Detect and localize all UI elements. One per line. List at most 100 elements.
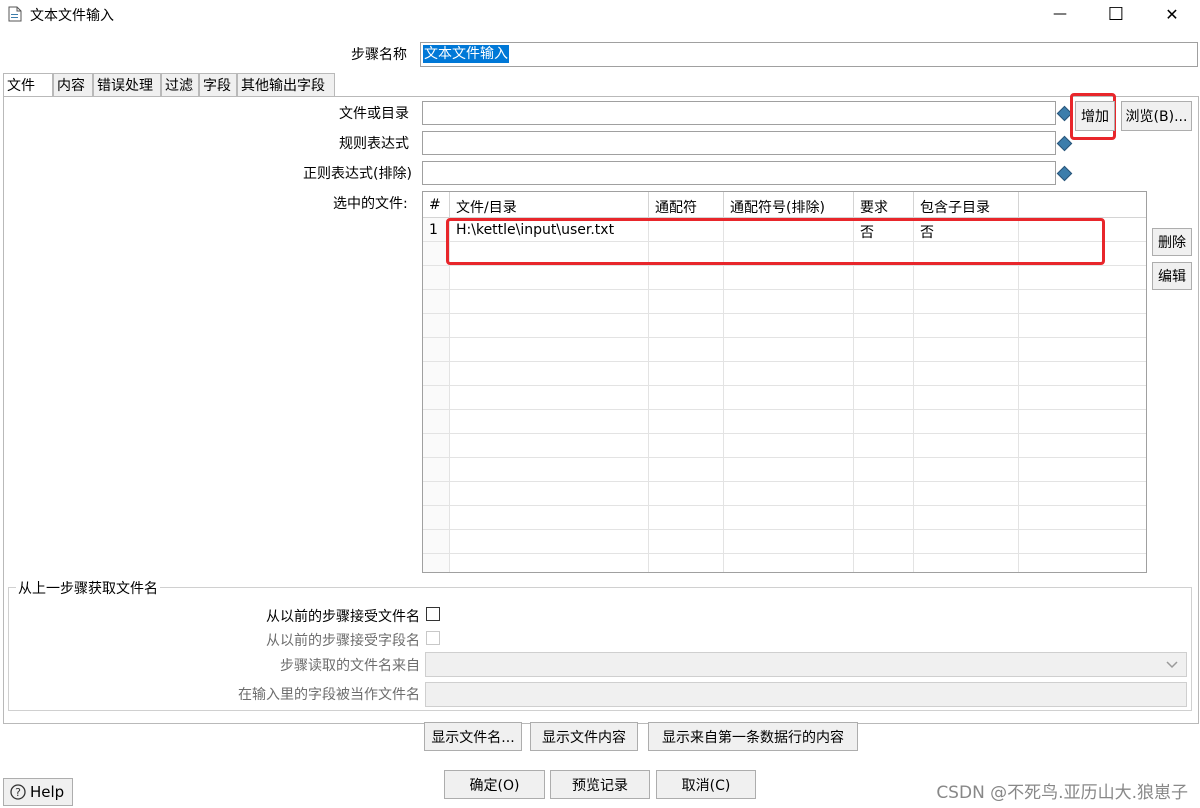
help-button[interactable]: ? Help bbox=[3, 778, 73, 806]
table-empty-cell bbox=[854, 290, 914, 314]
table-empty-cell bbox=[1019, 410, 1146, 434]
step-name-input[interactable]: 文本文件输入 bbox=[420, 42, 1198, 67]
table-empty-cell bbox=[914, 386, 1019, 410]
table-empty-cell bbox=[854, 410, 914, 434]
browse-button[interactable]: 浏览(B)... bbox=[1121, 101, 1192, 131]
show-filenames-button[interactable]: 显示文件名... bbox=[424, 722, 522, 751]
table-empty-cell bbox=[649, 530, 724, 554]
table-empty-cell bbox=[914, 506, 1019, 530]
table-empty-cell bbox=[450, 458, 649, 482]
delete-button[interactable]: 删除 bbox=[1152, 228, 1192, 256]
app-icon bbox=[8, 6, 22, 22]
table-empty-cell bbox=[854, 530, 914, 554]
table-empty-cell bbox=[649, 482, 724, 506]
table-empty-cell bbox=[724, 554, 854, 572]
table-empty-cell bbox=[450, 386, 649, 410]
edit-button[interactable]: 编辑 bbox=[1152, 262, 1192, 290]
table-empty-cell bbox=[649, 290, 724, 314]
table-empty-cell bbox=[854, 434, 914, 458]
table-empty-cell bbox=[423, 458, 450, 482]
table-empty-cell bbox=[724, 482, 854, 506]
table-empty-cell bbox=[649, 506, 724, 530]
ok-button[interactable]: 确定(O) bbox=[444, 770, 545, 799]
table-empty-cell bbox=[914, 434, 1019, 458]
table-empty-cell bbox=[450, 410, 649, 434]
table-empty-cell bbox=[649, 338, 724, 362]
table-empty-cell bbox=[423, 506, 450, 530]
preview-button[interactable]: 预览记录 bbox=[550, 770, 650, 799]
help-icon: ? bbox=[10, 784, 26, 800]
table-header-file-dir[interactable]: 文件/目录 bbox=[450, 192, 649, 218]
table-empty-cell bbox=[724, 290, 854, 314]
table-empty-cell bbox=[914, 530, 1019, 554]
table-empty-cell bbox=[1019, 458, 1146, 482]
tab-file[interactable]: 文件 bbox=[3, 73, 53, 97]
table-empty-cell bbox=[724, 362, 854, 386]
regex-exclude-input[interactable] bbox=[422, 161, 1056, 185]
field-as-filename-input[interactable] bbox=[425, 682, 1187, 707]
accept-fieldname-checkbox[interactable] bbox=[426, 631, 440, 645]
table-empty-cell bbox=[423, 434, 450, 458]
table-empty-cell bbox=[450, 266, 649, 290]
regex-input[interactable] bbox=[422, 131, 1056, 155]
accept-filename-checkbox[interactable] bbox=[426, 607, 440, 621]
table-header-wildcard[interactable]: 通配符 bbox=[649, 192, 724, 218]
table-empty-cell bbox=[724, 266, 854, 290]
table-empty-cell bbox=[649, 362, 724, 386]
table-header-filler bbox=[1019, 192, 1146, 218]
table-header-index[interactable]: # bbox=[423, 192, 450, 218]
table-empty-cell bbox=[423, 482, 450, 506]
table-empty-cell bbox=[423, 362, 450, 386]
step-read-from-label: 步骤读取的文件名来自 bbox=[280, 658, 420, 674]
step-name-value: 文本文件输入 bbox=[423, 45, 509, 63]
table-empty-cell bbox=[914, 314, 1019, 338]
table-empty-cell bbox=[854, 482, 914, 506]
regex-label: 规则表达式 bbox=[339, 136, 409, 152]
tab-filter[interactable]: 过滤 bbox=[161, 73, 199, 96]
file-or-dir-input[interactable] bbox=[422, 101, 1056, 125]
table-header-wildcard-exclude[interactable]: 通配符号(排除) bbox=[724, 192, 854, 218]
table-empty-cell bbox=[914, 410, 1019, 434]
table-empty-cell bbox=[450, 314, 649, 338]
regex-exclude-label: 正则表达式(排除) bbox=[303, 166, 412, 182]
table-empty-cell bbox=[450, 482, 649, 506]
tab-content[interactable]: 内容 bbox=[53, 73, 93, 96]
table-empty-cell bbox=[450, 338, 649, 362]
table-empty-cell bbox=[914, 482, 1019, 506]
step-name-label: 步骤名称 bbox=[351, 47, 407, 63]
table-empty-cell bbox=[423, 338, 450, 362]
step-read-from-select[interactable] bbox=[425, 652, 1187, 677]
table-empty-cell bbox=[423, 314, 450, 338]
watermark: CSDN @不死鸟.亚历山大.狼崽子 bbox=[936, 783, 1188, 803]
table-empty-cell bbox=[1019, 554, 1146, 572]
table-empty-cell bbox=[1019, 530, 1146, 554]
table-header-required[interactable]: 要求 bbox=[854, 192, 914, 218]
table-empty-cell bbox=[914, 266, 1019, 290]
table-empty-cell bbox=[423, 410, 450, 434]
table-empty-cell bbox=[914, 290, 1019, 314]
add-button[interactable]: 增加 bbox=[1075, 101, 1115, 131]
chevron-down-icon bbox=[1166, 661, 1178, 669]
table-empty-cell bbox=[854, 314, 914, 338]
table-empty-cell bbox=[914, 554, 1019, 572]
cancel-button[interactable]: 取消(C) bbox=[656, 770, 756, 799]
maximize-icon: ☐ bbox=[1107, 3, 1125, 25]
table-empty-cell bbox=[649, 266, 724, 290]
tab-error-handling[interactable]: 错误处理 bbox=[93, 73, 161, 96]
show-first-row-content-button[interactable]: 显示来自第一条数据行的内容 bbox=[648, 722, 858, 751]
maximize-button[interactable]: ☐ bbox=[1088, 0, 1144, 28]
table-empty-cell bbox=[1019, 266, 1146, 290]
table-header-include-subdirs[interactable]: 包含子目录 bbox=[914, 192, 1019, 218]
show-file-content-button[interactable]: 显示文件内容 bbox=[530, 722, 638, 751]
table-empty-cell bbox=[914, 458, 1019, 482]
minimize-icon: — bbox=[1053, 6, 1067, 22]
table-empty-cell bbox=[649, 458, 724, 482]
tab-other-output-fields[interactable]: 其他输出字段 bbox=[237, 73, 335, 96]
table-empty-cell bbox=[854, 338, 914, 362]
tab-fields[interactable]: 字段 bbox=[199, 73, 237, 96]
close-button[interactable]: ✕ bbox=[1144, 0, 1200, 28]
table-empty-cell bbox=[1019, 362, 1146, 386]
minimize-button[interactable]: — bbox=[1032, 0, 1088, 28]
table-empty-cell bbox=[724, 386, 854, 410]
table-empty-cell bbox=[724, 434, 854, 458]
